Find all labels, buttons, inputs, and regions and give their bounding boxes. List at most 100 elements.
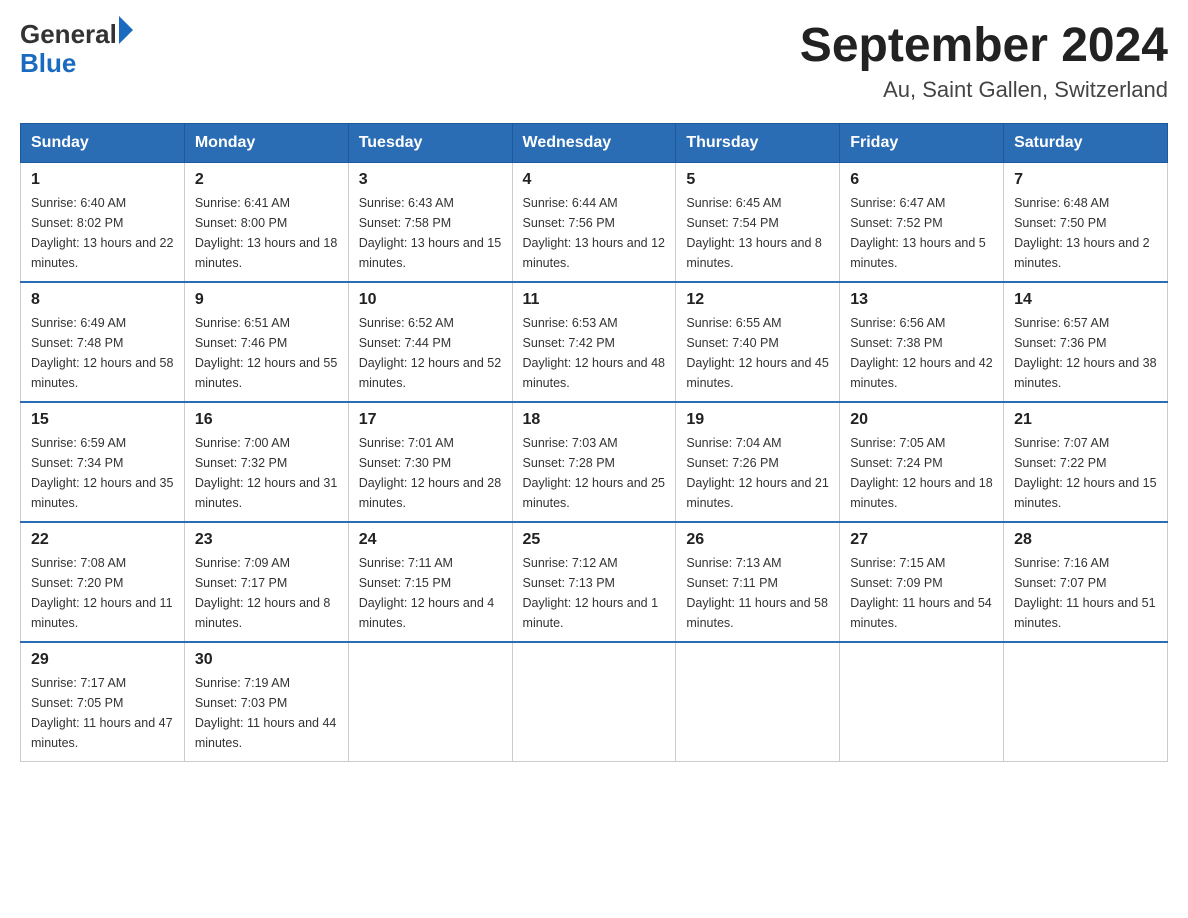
- day-number: 25: [523, 531, 666, 549]
- day-number: 21: [1014, 411, 1157, 429]
- table-cell: 16 Sunrise: 7:00 AM Sunset: 7:32 PM Dayl…: [184, 402, 348, 522]
- day-number: 29: [31, 651, 174, 669]
- sunset-label: Sunset: 7:38 PM: [850, 336, 942, 350]
- day-number: 27: [850, 531, 993, 549]
- daylight-label: Daylight: 12 hours and 1 minute.: [523, 596, 659, 630]
- daylight-label: Daylight: 12 hours and 18 minutes.: [850, 476, 992, 510]
- daylight-label: Daylight: 13 hours and 22 minutes.: [31, 236, 173, 270]
- daylight-label: Daylight: 11 hours and 51 minutes.: [1014, 596, 1156, 630]
- day-number: 23: [195, 531, 338, 549]
- sunset-label: Sunset: 7:17 PM: [195, 576, 287, 590]
- sunset-label: Sunset: 7:07 PM: [1014, 576, 1106, 590]
- title-block: September 2024 Au, Saint Gallen, Switzer…: [800, 20, 1168, 103]
- day-info: Sunrise: 7:07 AM Sunset: 7:22 PM Dayligh…: [1014, 433, 1157, 513]
- location-subtitle: Au, Saint Gallen, Switzerland: [800, 77, 1168, 103]
- table-cell: 28 Sunrise: 7:16 AM Sunset: 7:07 PM Dayl…: [1004, 522, 1168, 642]
- sunrise-label: Sunrise: 7:17 AM: [31, 676, 126, 690]
- sunset-label: Sunset: 8:02 PM: [31, 216, 123, 230]
- day-number: 30: [195, 651, 338, 669]
- day-number: 24: [359, 531, 502, 549]
- day-number: 19: [686, 411, 829, 429]
- day-number: 5: [686, 171, 829, 189]
- sunset-label: Sunset: 7:24 PM: [850, 456, 942, 470]
- sunset-label: Sunset: 7:42 PM: [523, 336, 615, 350]
- table-cell: 3 Sunrise: 6:43 AM Sunset: 7:58 PM Dayli…: [348, 162, 512, 282]
- day-info: Sunrise: 6:43 AM Sunset: 7:58 PM Dayligh…: [359, 193, 502, 273]
- sunset-label: Sunset: 7:46 PM: [195, 336, 287, 350]
- day-info: Sunrise: 7:05 AM Sunset: 7:24 PM Dayligh…: [850, 433, 993, 513]
- sunrise-label: Sunrise: 6:59 AM: [31, 436, 126, 450]
- sunset-label: Sunset: 8:00 PM: [195, 216, 287, 230]
- daylight-label: Daylight: 12 hours and 42 minutes.: [850, 356, 992, 390]
- daylight-label: Daylight: 12 hours and 52 minutes.: [359, 356, 501, 390]
- day-info: Sunrise: 7:13 AM Sunset: 7:11 PM Dayligh…: [686, 553, 829, 633]
- day-number: 10: [359, 291, 502, 309]
- day-number: 1: [31, 171, 174, 189]
- sunset-label: Sunset: 7:36 PM: [1014, 336, 1106, 350]
- day-number: 13: [850, 291, 993, 309]
- day-info: Sunrise: 6:53 AM Sunset: 7:42 PM Dayligh…: [523, 313, 666, 393]
- sunrise-label: Sunrise: 7:04 AM: [686, 436, 781, 450]
- sunrise-label: Sunrise: 6:45 AM: [686, 196, 781, 210]
- day-info: Sunrise: 6:45 AM Sunset: 7:54 PM Dayligh…: [686, 193, 829, 273]
- sunrise-label: Sunrise: 6:55 AM: [686, 316, 781, 330]
- table-cell: 20 Sunrise: 7:05 AM Sunset: 7:24 PM Dayl…: [840, 402, 1004, 522]
- sunrise-label: Sunrise: 7:07 AM: [1014, 436, 1109, 450]
- sunset-label: Sunset: 7:56 PM: [523, 216, 615, 230]
- daylight-label: Daylight: 12 hours and 11 minutes.: [31, 596, 173, 630]
- sunrise-label: Sunrise: 7:16 AM: [1014, 556, 1109, 570]
- daylight-label: Daylight: 12 hours and 48 minutes.: [523, 356, 665, 390]
- sunrise-label: Sunrise: 7:03 AM: [523, 436, 618, 450]
- daylight-label: Daylight: 12 hours and 35 minutes.: [31, 476, 173, 510]
- sunset-label: Sunset: 7:26 PM: [686, 456, 778, 470]
- sunset-label: Sunset: 7:58 PM: [359, 216, 451, 230]
- day-number: 12: [686, 291, 829, 309]
- table-cell: 18 Sunrise: 7:03 AM Sunset: 7:28 PM Dayl…: [512, 402, 676, 522]
- sunset-label: Sunset: 7:03 PM: [195, 696, 287, 710]
- header-thursday: Thursday: [676, 123, 840, 162]
- day-number: 2: [195, 171, 338, 189]
- table-cell: 21 Sunrise: 7:07 AM Sunset: 7:22 PM Dayl…: [1004, 402, 1168, 522]
- daylight-label: Daylight: 12 hours and 8 minutes.: [195, 596, 331, 630]
- day-info: Sunrise: 7:12 AM Sunset: 7:13 PM Dayligh…: [523, 553, 666, 633]
- day-info: Sunrise: 6:52 AM Sunset: 7:44 PM Dayligh…: [359, 313, 502, 393]
- table-cell: [840, 642, 1004, 762]
- sunrise-label: Sunrise: 6:41 AM: [195, 196, 290, 210]
- sunrise-label: Sunrise: 7:15 AM: [850, 556, 945, 570]
- day-info: Sunrise: 6:48 AM Sunset: 7:50 PM Dayligh…: [1014, 193, 1157, 273]
- logo-general: General: [20, 20, 117, 49]
- week-row-5: 29 Sunrise: 7:17 AM Sunset: 7:05 PM Dayl…: [21, 642, 1168, 762]
- day-info: Sunrise: 7:08 AM Sunset: 7:20 PM Dayligh…: [31, 553, 174, 633]
- week-row-4: 22 Sunrise: 7:08 AM Sunset: 7:20 PM Dayl…: [21, 522, 1168, 642]
- table-cell: 23 Sunrise: 7:09 AM Sunset: 7:17 PM Dayl…: [184, 522, 348, 642]
- table-cell: 10 Sunrise: 6:52 AM Sunset: 7:44 PM Dayl…: [348, 282, 512, 402]
- sunset-label: Sunset: 7:22 PM: [1014, 456, 1106, 470]
- table-cell: 1 Sunrise: 6:40 AM Sunset: 8:02 PM Dayli…: [21, 162, 185, 282]
- daylight-label: Daylight: 12 hours and 55 minutes.: [195, 356, 337, 390]
- sunrise-label: Sunrise: 7:05 AM: [850, 436, 945, 450]
- day-number: 11: [523, 291, 666, 309]
- sunset-label: Sunset: 7:11 PM: [686, 576, 778, 590]
- table-cell: [512, 642, 676, 762]
- daylight-label: Daylight: 12 hours and 38 minutes.: [1014, 356, 1156, 390]
- day-number: 4: [523, 171, 666, 189]
- sunrise-label: Sunrise: 6:57 AM: [1014, 316, 1109, 330]
- day-number: 26: [686, 531, 829, 549]
- table-cell: [348, 642, 512, 762]
- day-number: 14: [1014, 291, 1157, 309]
- sunrise-label: Sunrise: 6:43 AM: [359, 196, 454, 210]
- table-cell: 22 Sunrise: 7:08 AM Sunset: 7:20 PM Dayl…: [21, 522, 185, 642]
- sunrise-label: Sunrise: 7:12 AM: [523, 556, 618, 570]
- day-info: Sunrise: 7:11 AM Sunset: 7:15 PM Dayligh…: [359, 553, 502, 633]
- day-number: 17: [359, 411, 502, 429]
- sunset-label: Sunset: 7:44 PM: [359, 336, 451, 350]
- logo-blue: Blue: [20, 49, 133, 78]
- sunset-label: Sunset: 7:13 PM: [523, 576, 615, 590]
- day-info: Sunrise: 6:59 AM Sunset: 7:34 PM Dayligh…: [31, 433, 174, 513]
- table-cell: [1004, 642, 1168, 762]
- header-friday: Friday: [840, 123, 1004, 162]
- week-row-2: 8 Sunrise: 6:49 AM Sunset: 7:48 PM Dayli…: [21, 282, 1168, 402]
- day-number: 16: [195, 411, 338, 429]
- day-number: 20: [850, 411, 993, 429]
- sunrise-label: Sunrise: 6:51 AM: [195, 316, 290, 330]
